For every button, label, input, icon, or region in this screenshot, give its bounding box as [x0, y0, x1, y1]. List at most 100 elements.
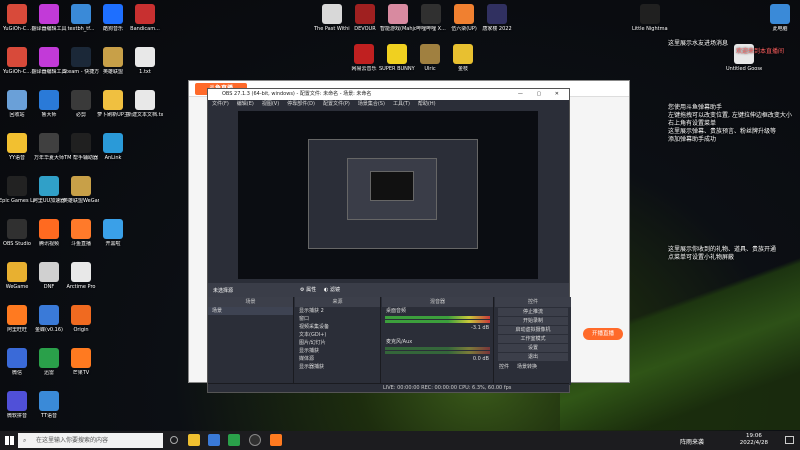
desktop-icon[interactable]: 阿里旺旺 — [0, 305, 35, 333]
desktop-icon[interactable]: Epic Games Launcher — [0, 176, 35, 204]
menu-item[interactable]: 配置文件(P) — [323, 101, 350, 107]
desktop-icon[interactable]: Little Nightmares — [632, 4, 668, 32]
desktop-icon[interactable]: 腾讯视频 — [31, 219, 67, 247]
menu-item[interactable]: 工具(T) — [393, 101, 410, 107]
start-icon[interactable] — [5, 436, 14, 445]
desktop-icon[interactable]: 1.txt — [127, 47, 163, 75]
task-view-icon[interactable] — [170, 436, 178, 444]
control-tab[interactable]: 控件 — [499, 364, 509, 370]
desktop-icon[interactable]: 迅雷 — [31, 348, 67, 376]
control-button[interactable]: 启动虚拟摄像机 — [498, 326, 568, 334]
taskbar-app-icon[interactable] — [208, 434, 220, 446]
desktop-icon[interactable]: TT语音 — [31, 391, 67, 419]
desktop-icon[interactable]: Bandicam... — [127, 4, 163, 32]
properties-button[interactable]: ⚙ 属性 — [300, 286, 316, 293]
desktop-icon[interactable]: Origin — [63, 305, 99, 333]
desktop-icon[interactable]: 英雄联盟WeGame版 — [63, 176, 99, 204]
source-item[interactable]: 窗口 — [295, 315, 380, 323]
taskbar-app-icon[interactable] — [270, 434, 282, 446]
menu-item[interactable]: 编辑(E) — [237, 101, 254, 107]
desktop-icon[interactable]: YY语音 — [0, 133, 35, 161]
desktop-icon[interactable]: 金蝶(v0.16) — [31, 305, 67, 333]
controls-panel[interactable]: 控件 停止推流 开始录制 启动虚拟摄像机 工作室模式 设置 退出控件 场景转换 — [495, 297, 571, 385]
source-item[interactable]: 媒体源 — [295, 355, 380, 363]
control-tabs[interactable]: 控件 场景转换 — [495, 363, 571, 371]
weather-text[interactable]: 阵雨来袭 — [680, 437, 704, 446]
menu-item[interactable]: 帮助(H) — [418, 101, 436, 107]
desktop-icon[interactable]: 阿里UU加速器 — [31, 176, 67, 204]
desktop-icon[interactable]: 智能游戏(Mahjong) — [380, 4, 416, 32]
mixer-panel[interactable]: 混音器 桌面音频 -3.1 dB 麦克风/Aux 0.0 dB — [382, 297, 494, 385]
desktop-icon[interactable]: OBS Studio — [0, 219, 35, 247]
desktop-icon[interactable]: 酷狗音乐 — [95, 4, 131, 32]
desktop-icon[interactable]: YuGiOh-C... — [0, 4, 35, 32]
source-item[interactable]: 显示捕获 — [295, 347, 380, 355]
scene-item[interactable]: 场景 — [208, 307, 293, 315]
desktop-icon[interactable]: Ulric — [412, 44, 448, 72]
sources-header: 来源 — [295, 297, 380, 307]
desktop-icon[interactable]: TM 帮手辅助器 — [63, 133, 99, 161]
desktop-icon[interactable]: AnLink — [95, 133, 131, 161]
desktop-icon[interactable]: YuGiOh-C... — [0, 47, 35, 75]
sources-panel[interactable]: 来源 显示捕获 2 窗口 视频采集设备 文本(GDI+) 图片/幻灯片 显示捕获 媒体源 显示… — [295, 297, 381, 385]
desktop-icon[interactable]: 必剪 — [63, 90, 99, 118]
control-button[interactable]: 工作室模式 — [498, 335, 568, 343]
desktop-icon[interactable]: 唐家楼 2022 — [479, 4, 515, 32]
desktop-icon[interactable]: 芒果TV — [63, 348, 99, 376]
desktop-icon[interactable]: DEVOUR — [347, 4, 383, 32]
desktop-icon[interactable]: 回收站 — [0, 90, 35, 118]
source-item[interactable]: 显示捕获 2 — [295, 307, 380, 315]
desktop-icon[interactable]: 网易云音乐 — [346, 44, 382, 72]
desktop-icon[interactable]: 哔哩哔哩 X... — [413, 4, 449, 32]
app-icon — [354, 44, 374, 64]
chat-line: 点菜单可设置小礼物屏蔽 — [668, 254, 735, 261]
start-stream-button[interactable]: 开播直播 — [583, 328, 623, 340]
obs-taskbar-icon[interactable] — [249, 434, 261, 446]
source-item[interactable]: 显示器捕获 — [295, 363, 380, 371]
desktop-icon[interactable]: WeGame — [0, 262, 35, 290]
control-tab[interactable]: 场景转换 — [517, 364, 537, 370]
control-button[interactable]: 开始录制 — [498, 317, 568, 325]
menu-item[interactable]: 停靠部件(D) — [287, 101, 315, 107]
filters-button[interactable]: ◐ 滤镜 — [324, 286, 340, 293]
menu-item[interactable]: 文件(F) — [212, 101, 229, 107]
desktop-icon[interactable]: 新建文本文档.txt — [127, 90, 163, 118]
desktop-icon[interactable]: 萝卜刷新UP主 — [95, 90, 131, 118]
desktop-icon[interactable]: The Past Within — [314, 4, 350, 32]
obs-menubar[interactable]: 文件(F) 编辑(E) 视图(V) 停靠部件(D) 配置文件(P) 场景集合(S) 工具(T… — [208, 100, 569, 109]
wechat-icon[interactable] — [228, 434, 240, 446]
desktop-icon[interactable]: 开黑啦 — [95, 219, 131, 247]
scenes-panel[interactable]: 场景 场景 — [208, 297, 294, 385]
taskbar-search[interactable]: ⌕ 在这里输入你要搜索的内容 — [18, 433, 163, 448]
desktop-icon[interactable]: 英雄联盟 — [95, 47, 131, 75]
desktop-icon[interactable]: 金枝 — [445, 44, 481, 72]
taskbar-app-icon[interactable] — [188, 434, 200, 446]
source-item[interactable]: 文本(GDI+) — [295, 331, 380, 339]
desktop-icon[interactable]: textbh_tf... — [63, 4, 99, 32]
taskbar-clock[interactable]: 19:06 2022/4/28 — [740, 433, 768, 447]
menu-item[interactable]: 场景集合(S) — [358, 101, 385, 107]
desktop-icon[interactable]: 伍六柒(UP) — [446, 4, 482, 32]
menu-item[interactable]: 视图(V) — [262, 101, 279, 107]
desktop-icon[interactable]: DNF — [31, 262, 67, 290]
desktop-icon[interactable]: 微信 — [0, 348, 35, 376]
notification-icon[interactable] — [785, 436, 794, 444]
desktop-icon[interactable]: Steam - 快捷方式 — [63, 47, 99, 75]
desktop-icon[interactable]: Arctime Pro — [63, 262, 99, 290]
desktop-icon[interactable]: SUPER BUNNY MAN — [379, 44, 415, 72]
control-button[interactable]: 设置 — [498, 344, 568, 352]
desktop-icon[interactable]: 翻译器编辑工具 — [31, 4, 67, 32]
control-button[interactable]: 停止推流 — [498, 308, 568, 316]
desktop-icon[interactable]: 鲁大师 — [31, 90, 67, 118]
desktop-icon[interactable]: 万年华夏大师 — [31, 133, 67, 161]
obs-preview[interactable] — [238, 111, 538, 279]
desktop-icon[interactable]: 此电脑 — [762, 4, 798, 32]
window-controls[interactable]: — ▢ ✕ — [518, 89, 565, 100]
source-item[interactable]: 视频采集设备 — [295, 323, 380, 331]
desktop-icon[interactable]: 斗鱼直播 — [63, 219, 99, 247]
desktop-icon[interactable]: 微软拼音 — [0, 391, 35, 419]
source-item[interactable]: 图片/幻灯片 — [295, 339, 380, 347]
desktop-icon[interactable]: 翻译器编辑工具 — [31, 47, 67, 75]
control-button[interactable]: 退出 — [498, 353, 568, 361]
obs-window[interactable]: OBS 27.1.3 (64-bit, windows) - 配置文件: 未命名… — [207, 88, 571, 393]
